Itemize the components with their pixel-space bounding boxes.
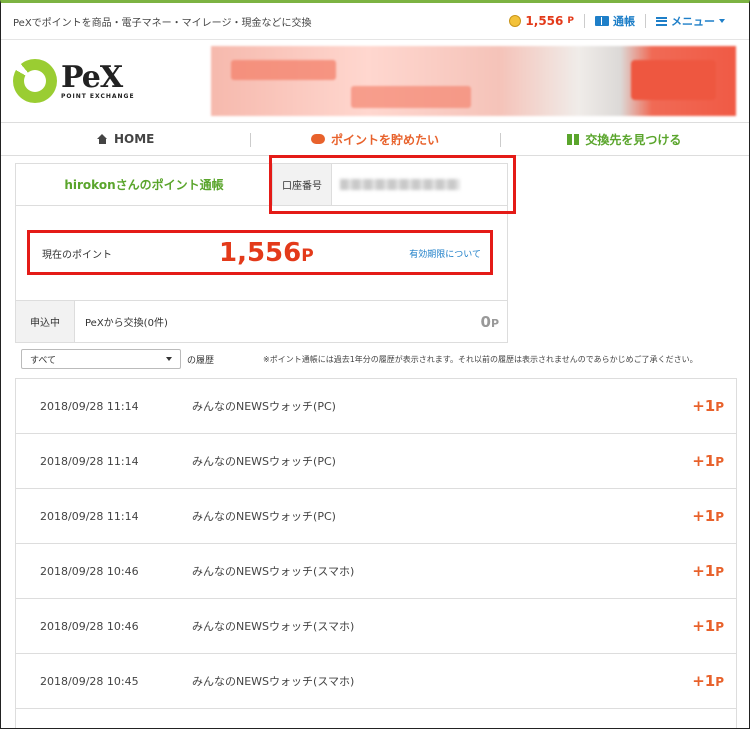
blurred-account-number — [340, 179, 460, 190]
history-filter-label: の履歴 — [187, 355, 215, 366]
history-date: 2018/09/28 10:46 — [40, 564, 139, 578]
expiry-info-link[interactable]: 有効期限について — [409, 247, 481, 260]
history-date: 2018/09/28 11:14 — [40, 399, 139, 413]
nav-home[interactable]: HOME — [1, 123, 250, 155]
history-points: +1P — [692, 562, 724, 580]
history-filter-row: すべて の履歴 ※ポイント通帳には過去1年分の履歴が表示されます。それ以前の履歴… — [21, 348, 741, 370]
nav-find-exchange[interactable]: 交換先を見つける — [499, 123, 749, 155]
history-points: +1P — [692, 397, 724, 415]
main-nav: HOME ポイントを貯めたい 交換先を見つける — [1, 122, 749, 156]
history-description: みんなのNEWSウォッチ(スマホ) — [192, 620, 355, 633]
top-bar-right: 1,556 P 通帳 メニュー — [509, 13, 725, 29]
hamburger-icon — [656, 16, 667, 26]
top-bar: PeXでポイントを商品・電子マネー・マイレージ・現金などに交換 1,556 P 通… — [1, 3, 749, 40]
history-points: +1P — [692, 452, 724, 470]
menu-button-label: メニュー — [671, 15, 715, 28]
logo-sub-text: POINT EXCHANGE — [61, 92, 135, 100]
current-points-value: 1,556P — [219, 238, 314, 268]
site-tagline: PeXでポイントを商品・電子マネー・マイレージ・現金などに交換 — [13, 17, 312, 29]
menu-button[interactable]: メニュー — [656, 13, 725, 29]
chevron-down-icon — [166, 357, 172, 361]
site-header: PeX POINT EXCHANGE — [1, 40, 749, 122]
pex-logo[interactable]: PeX POINT EXCHANGE — [13, 59, 135, 103]
history-points: +1P — [692, 672, 724, 690]
nav-save-points[interactable]: ポイントを貯めたい — [250, 123, 499, 155]
history-description: みんなのNEWSウォッチ(PC) — [192, 510, 336, 523]
history-date: 2018/09/28 10:46 — [40, 619, 139, 633]
home-icon — [96, 134, 108, 144]
history-row: 2018/09/28 10:46 みんなのNEWSウォッチ(スマホ) +1P — [16, 544, 736, 599]
passbook-link[interactable]: 通帳 — [595, 13, 635, 29]
pending-value: 0P — [480, 312, 500, 331]
history-date: 2018/09/28 11:14 — [40, 454, 139, 468]
point-passbook-card: hirokonさんのポイント通帳 口座番号 現在のポイント 1,556P 有効期… — [15, 163, 508, 343]
piggy-bank-icon — [310, 134, 325, 144]
logo-ring-icon — [13, 59, 57, 103]
history-date: 2018/09/28 10:45 — [40, 674, 139, 688]
divider — [584, 14, 585, 28]
passbook-title: hirokonさんのポイント通帳 — [16, 164, 273, 205]
history-row: 2018/09/28 10:46 みんなのNEWSウォッチ(スマホ) +1P — [16, 599, 736, 654]
coin-icon — [509, 15, 522, 27]
account-number-value — [332, 164, 507, 205]
points-badge-value: 1,556 — [525, 14, 564, 28]
history-description: みんなのNEWSウォッチ(スマホ) — [192, 565, 355, 578]
chevron-down-icon — [719, 19, 725, 23]
pending-text: PeXから交換(0件) — [85, 318, 168, 329]
history-list: 2018/09/28 11:14 みんなのNEWSウォッチ(PC) +1P 20… — [15, 378, 737, 728]
history-points: +1P — [692, 617, 724, 635]
nav-save-label: ポイントを貯めたい — [330, 132, 439, 147]
points-badge[interactable]: 1,556 P — [509, 14, 574, 28]
nav-home-label: HOME — [113, 132, 155, 146]
history-type-select[interactable]: すべて — [21, 349, 181, 369]
history-row: +1P — [16, 709, 736, 728]
history-note: ※ポイント通帳には過去1年分の履歴が表示されます。それ以前の履歴は表示されません… — [263, 354, 698, 364]
divider — [645, 14, 646, 28]
history-description: みんなのNEWSウォッチ(PC) — [192, 400, 336, 413]
history-row: 2018/09/28 11:14 みんなのNEWSウォッチ(PC) +1P — [16, 434, 736, 489]
history-description: みんなのNEWSウォッチ(PC) — [192, 455, 336, 468]
history-row: 2018/09/28 11:14 みんなのNEWSウォッチ(PC) +1P — [16, 379, 736, 434]
passbook-icon — [595, 16, 609, 26]
history-row: 2018/09/28 10:45 みんなのNEWSウォッチ(スマホ) +1P — [16, 654, 736, 709]
pending-label: 申込中 — [16, 301, 75, 342]
passbook-link-label: 通帳 — [613, 15, 635, 28]
promo-banner[interactable] — [211, 46, 736, 116]
page-frame: PeXでポイントを商品・電子マネー・マイレージ・現金などに交換 1,556 P 通… — [0, 0, 750, 729]
history-description: みんなのNEWSウォッチ(スマホ) — [192, 675, 355, 688]
history-points: +1P — [692, 507, 724, 525]
history-row: 2018/09/28 11:14 みんなのNEWSウォッチ(PC) +1P — [16, 489, 736, 544]
history-type-selected: すべて — [30, 355, 57, 366]
current-points-label: 現在のポイント — [42, 249, 112, 261]
points-badge-unit: P — [567, 16, 574, 26]
logo-main-text: PeX — [61, 59, 123, 95]
history-date: 2018/09/28 11:14 — [40, 509, 139, 523]
nav-find-label: 交換先を見つける — [585, 132, 682, 147]
gift-icon — [567, 133, 580, 145]
account-number-label: 口座番号 — [273, 164, 332, 205]
